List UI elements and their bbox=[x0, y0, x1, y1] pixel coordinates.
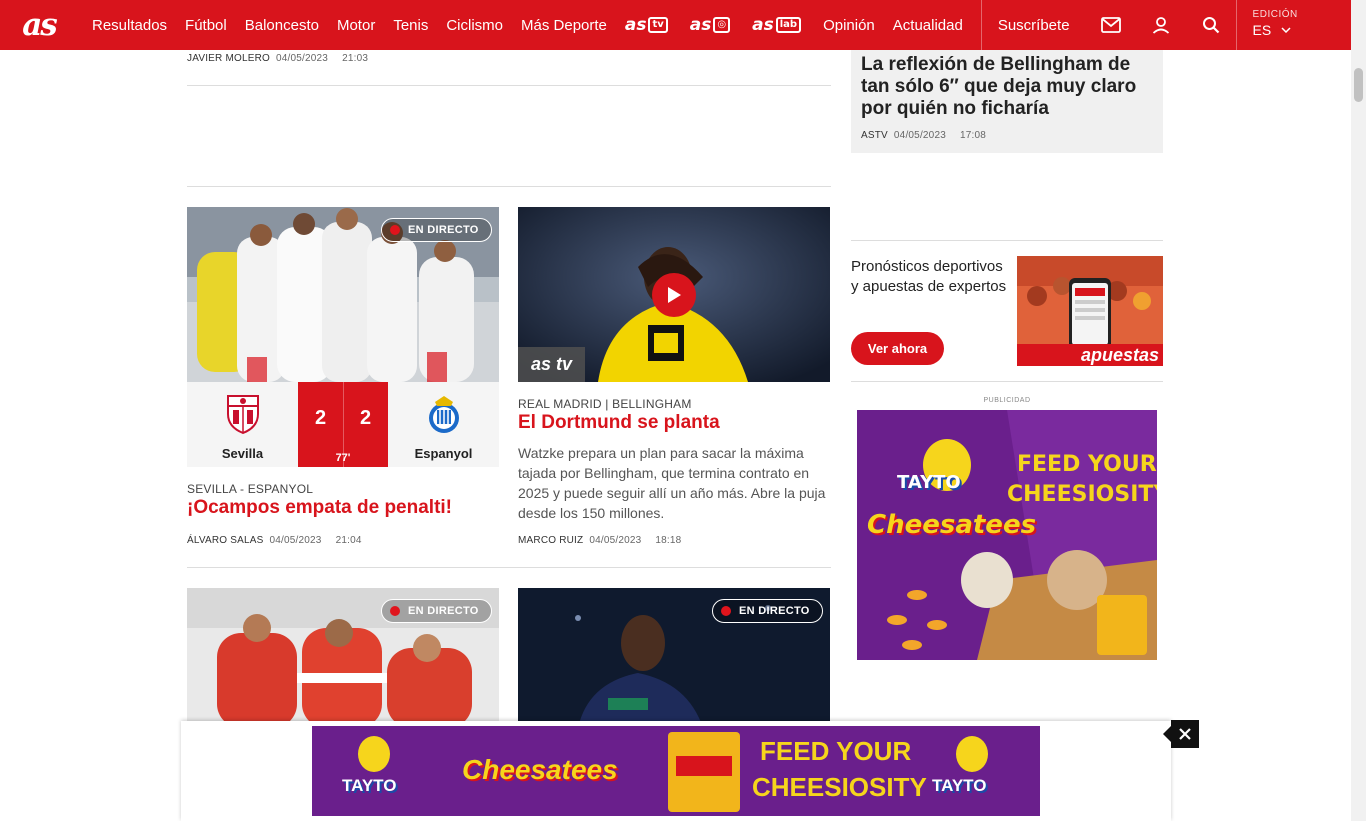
close-icon bbox=[1179, 728, 1191, 740]
prev-article-byline: JAVIER MOLERO 04/05/2023 21:03 bbox=[187, 53, 368, 64]
apuestas-brand: apuestas bbox=[1080, 345, 1159, 365]
nav-mas-deporte[interactable]: Más Deporte bbox=[521, 17, 607, 34]
time: 17:08 bbox=[959, 130, 987, 141]
espanyol-crest-icon bbox=[427, 394, 461, 434]
nav-as-tv[interactable]: as tv bbox=[625, 15, 668, 35]
sevilla-crest-icon bbox=[225, 394, 261, 434]
scrollbar-thumb[interactable] bbox=[1354, 68, 1363, 102]
bottom-ad-banner[interactable]: TAYTO Cheesatees FEED YOUR CHEESIOSITY T… bbox=[312, 726, 1040, 816]
bellingham-video-thumbnail[interactable]: as tv bbox=[518, 207, 830, 382]
bottom-ad-product: Cheesatees bbox=[462, 754, 618, 785]
date: 04/05/2023 bbox=[269, 535, 322, 546]
live-badge: EN DIRECTO bbox=[712, 599, 823, 623]
live-badge: EN DIRECTO bbox=[381, 218, 492, 242]
top-navigation: as Resultados Fútbol Baloncesto Motor Te… bbox=[0, 0, 1351, 50]
away-team: Espanyol bbox=[388, 382, 499, 467]
time: 21:04 bbox=[335, 535, 362, 546]
nav-actualidad[interactable]: Actualidad bbox=[893, 17, 963, 34]
nav-motor[interactable]: Motor bbox=[337, 17, 375, 34]
time: 21:03 bbox=[342, 53, 369, 64]
date: 04/05/2023 bbox=[276, 53, 329, 64]
time: 18:18 bbox=[655, 535, 682, 546]
home-team: Sevilla bbox=[187, 382, 298, 467]
live-label: EN DIRECTO bbox=[408, 224, 479, 236]
as-logo[interactable]: as bbox=[0, 0, 78, 50]
author-name[interactable]: ASTV bbox=[861, 130, 888, 141]
live-label: EN DIRECTO bbox=[739, 605, 810, 617]
card-byline: ÁLVARO SALAS 04/05/2023 21:04 bbox=[187, 535, 362, 546]
author-name[interactable]: MARCO RUIZ bbox=[518, 535, 583, 546]
divider bbox=[187, 567, 831, 568]
ad-brand: TAYTO bbox=[897, 472, 961, 493]
author-name[interactable]: JAVIER MOLERO bbox=[187, 53, 270, 64]
ad-slogan-1: FEED YOUR bbox=[1017, 452, 1157, 477]
nav-as-lab[interactable]: as lab bbox=[752, 15, 802, 35]
card-kicker[interactable]: REAL MADRID | BELLINGHAM bbox=[518, 397, 692, 411]
nav-baloncesto[interactable]: Baloncesto bbox=[245, 17, 319, 34]
sidebar-advertisement[interactable]: TAYTO Cheesatees FEED YOUR CHEESIOSITY bbox=[857, 410, 1157, 660]
close-ad-button[interactable] bbox=[1163, 720, 1199, 748]
edition-value: ES bbox=[1252, 22, 1272, 38]
page-scrollbar[interactable] bbox=[1351, 0, 1366, 821]
edition-selector[interactable]: EDICIÓN ES bbox=[1237, 0, 1307, 50]
bottom-ad-brand-left: TAYTO bbox=[342, 776, 397, 795]
divider bbox=[187, 186, 831, 187]
match-result: 2 2 77' bbox=[298, 382, 388, 467]
author-name[interactable]: ÁLVARO SALAS bbox=[187, 535, 264, 546]
bottom-ad-slogan-1: FEED YOUR bbox=[760, 736, 912, 766]
live-dot-icon bbox=[721, 606, 731, 616]
nav-opinion[interactable]: Opinión bbox=[823, 17, 875, 34]
ad-label: PUBLICIDAD bbox=[983, 397, 1031, 404]
promo-button[interactable]: Ver ahora bbox=[851, 332, 944, 365]
live-label: EN DIRECTO bbox=[408, 605, 479, 617]
divider bbox=[851, 240, 1163, 241]
mail-icon[interactable] bbox=[1086, 0, 1136, 50]
card-title[interactable]: El Dortmund se planta bbox=[518, 412, 830, 434]
search-icon[interactable] bbox=[1186, 0, 1236, 50]
scoreboard[interactable]: Sevilla 2 2 77' Espanyol bbox=[187, 382, 499, 467]
card-byline: MARCO RUIZ 04/05/2023 18:18 bbox=[518, 535, 681, 546]
edition-label: EDICIÓN bbox=[1252, 9, 1298, 20]
play-icon[interactable] bbox=[652, 273, 696, 317]
chevron-down-icon bbox=[1281, 27, 1291, 33]
ad-slogan-2: CHEESIOSITY bbox=[1007, 482, 1157, 507]
bottom-ad-slogan-2: CHEESIOSITY bbox=[752, 772, 927, 802]
divider bbox=[187, 85, 831, 86]
date: 04/05/2023 bbox=[893, 130, 946, 141]
divider bbox=[851, 381, 1163, 382]
promo-text: Pronósticos deportivos y apuestas de exp… bbox=[851, 258, 1007, 295]
nav-as-photo[interactable]: as ◎ bbox=[690, 15, 731, 35]
away-team-name: Espanyol bbox=[414, 446, 473, 461]
card-kicker[interactable]: SEVILLA - ESPANYOL bbox=[187, 482, 313, 496]
sevilla-players-image[interactable]: EN DIRECTO bbox=[187, 207, 499, 382]
bottom-sticky-ad: TAYTO Cheesatees FEED YOUR CHEESIOSITY T… bbox=[181, 721, 1171, 821]
ad-product: Cheesatees bbox=[867, 510, 1037, 540]
apuestas-promo-image[interactable]: apuestas bbox=[1017, 256, 1163, 366]
live-badge: EN DIRECTO bbox=[381, 599, 492, 623]
live-dot-icon bbox=[390, 225, 400, 235]
nav-futbol[interactable]: Fútbol bbox=[185, 17, 227, 34]
main-nav: Resultados Fútbol Baloncesto Motor Tenis… bbox=[78, 0, 981, 50]
card-description: Watzke prepara un plan para sacar la máx… bbox=[518, 445, 826, 521]
as-tv-badge: as tv bbox=[518, 347, 585, 382]
girona-players-image[interactable]: EN DIRECTO bbox=[187, 588, 499, 728]
match-minute: 77' bbox=[335, 452, 351, 464]
user-icon[interactable] bbox=[1136, 0, 1186, 50]
barcelona-player-image[interactable]: EN DIRECTO bbox=[518, 588, 830, 728]
home-team-name: Sevilla bbox=[221, 446, 264, 461]
subscribe-link[interactable]: Suscríbete bbox=[982, 17, 1086, 34]
nav-resultados[interactable]: Resultados bbox=[92, 17, 167, 34]
nav-tenis[interactable]: Tenis bbox=[393, 17, 428, 34]
sidebar-byline: ASTV 04/05/2023 17:08 bbox=[861, 130, 986, 141]
sidebar-featured-title[interactable]: La reflexión de Bellingham de tan sólo 6… bbox=[861, 54, 1151, 120]
date: 04/05/2023 bbox=[589, 535, 642, 546]
card-title[interactable]: ¡Ocampos empata de penalti! bbox=[187, 497, 499, 519]
bottom-ad-brand-right: TAYTO bbox=[932, 776, 987, 795]
live-dot-icon bbox=[390, 606, 400, 616]
nav-ciclismo[interactable]: Ciclismo bbox=[446, 17, 503, 34]
